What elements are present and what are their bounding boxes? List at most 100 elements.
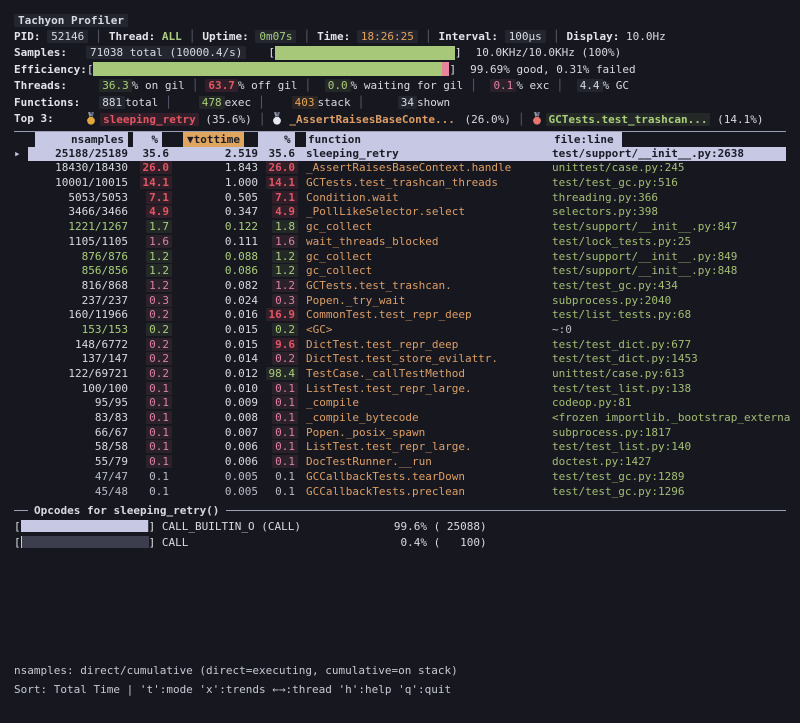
cell-fileline: test/list_tests.py:68 bbox=[552, 308, 800, 323]
table-row[interactable]: 45/480.10.0050.1GCCallbackTests.preclean… bbox=[28, 485, 786, 500]
row-cursor bbox=[14, 382, 28, 397]
separator: │ bbox=[95, 30, 102, 43]
table-row[interactable]: 876/8761.20.0881.2gc_collecttest/support… bbox=[28, 250, 786, 265]
cell-pct-direct: 0.1 bbox=[128, 426, 172, 441]
cell-tottime: 0.082 bbox=[172, 279, 258, 294]
cell-pct-direct: 0.2 bbox=[128, 338, 172, 353]
cell-fileline: <frozen importlib._bootstrap_externa bbox=[552, 411, 800, 426]
table-row[interactable]: 55/790.10.0060.1DocTestRunner.__rundocte… bbox=[28, 455, 786, 470]
opcode-bars: [] CALL_BUILTIN_O (CALL)99.6% ( 25088)[]… bbox=[14, 518, 786, 550]
top3-label: Top 3: bbox=[14, 112, 86, 125]
cell-function: DictTest.test_store_evilattr.<local... bbox=[298, 352, 552, 367]
separator: │ bbox=[304, 79, 311, 92]
table-row[interactable]: 160/119660.20.01616.9CommonTest.test_rep… bbox=[28, 308, 786, 323]
top3-entry[interactable]: GCTests.test_trashcan... (14.1%) bbox=[532, 113, 764, 126]
column-header-function[interactable]: function bbox=[298, 132, 552, 147]
cell-pct-cumulative: 1.2 bbox=[258, 264, 298, 279]
table-row[interactable]: 148/67720.20.0159.6DictTest.test_repr_de… bbox=[28, 338, 786, 353]
rule-segment bbox=[14, 510, 28, 511]
table-row[interactable]: 1221/12671.70.1221.8gc_collecttest/suppo… bbox=[28, 220, 786, 235]
top3-entry[interactable]: _AssertRaisesBaseConte... (26.0%) bbox=[272, 113, 511, 126]
efficiency-line: Efficiency: [ ] 99.69% good, 0.31% faile… bbox=[14, 61, 786, 77]
app-title: Tachyon Profiler bbox=[14, 14, 128, 27]
stat-value: 403 bbox=[292, 96, 318, 109]
table-row[interactable]: 18430/1843026.01.84326.0_AssertRaisesBas… bbox=[28, 161, 786, 176]
interval-label: Interval: bbox=[438, 30, 498, 43]
cell-pct-cumulative: 0.2 bbox=[258, 352, 298, 367]
cell-nsamples: 137/147 bbox=[28, 352, 128, 367]
table-row[interactable]: 47/470.10.0050.1GCCallbackTests.tearDown… bbox=[28, 470, 786, 485]
table-row[interactable]: 3466/34664.90.3474.9_PollLikeSelector.se… bbox=[28, 205, 786, 220]
separator: │ bbox=[556, 79, 563, 92]
opcode-label: CALL bbox=[162, 536, 394, 549]
cell-function: ListTest.test_repr_large.<locals>.c... bbox=[298, 382, 552, 397]
table-row[interactable]: 856/8561.20.0861.2gc_collecttest/support… bbox=[28, 264, 786, 279]
stat-unit: % on gil bbox=[132, 79, 185, 92]
time-value: 18:26:25 bbox=[357, 30, 418, 43]
thread-label: Thread: bbox=[109, 30, 155, 43]
table-row[interactable]: 10001/1001514.11.00014.1GCTests.test_tra… bbox=[28, 176, 786, 191]
column-header-pct-direct[interactable]: % bbox=[128, 132, 172, 147]
cell-pct-cumulative: 35.6 bbox=[258, 147, 298, 162]
cell-tottime: 0.024 bbox=[172, 294, 258, 309]
efficiency-label: Efficiency: bbox=[14, 63, 87, 76]
cell-fileline: test/support/__init__.py:848 bbox=[552, 264, 800, 279]
cell-tottime: 0.122 bbox=[172, 220, 258, 235]
cell-function: DocTestRunner.__run bbox=[298, 455, 552, 470]
table-row[interactable]: 66/670.10.0070.1Popen._posix_spawnsubpro… bbox=[28, 426, 786, 441]
row-cursor bbox=[14, 470, 28, 485]
table-row[interactable]: 100/1000.10.0100.1ListTest.test_repr_lar… bbox=[28, 382, 786, 397]
cell-pct-direct: 0.2 bbox=[128, 323, 172, 338]
table-row[interactable]: ▸25188/2518935.62.51935.6sleeping_retryt… bbox=[28, 147, 786, 162]
stat-value: 36.3 bbox=[99, 79, 132, 92]
uptime-label: Uptime: bbox=[202, 30, 248, 43]
cell-function: <GC> bbox=[298, 323, 552, 338]
stat-value: 4.4 bbox=[577, 79, 603, 92]
stat-item: 63.7% off gil bbox=[205, 79, 297, 92]
table-row[interactable]: 237/2370.30.0240.3Popen._try_waitsubproc… bbox=[28, 294, 786, 309]
table-row[interactable]: 153/1530.20.0150.2<GC>~:0 bbox=[28, 323, 786, 338]
column-header-nsamples[interactable]: nsamples bbox=[28, 132, 128, 147]
cell-pct-cumulative: 0.2 bbox=[258, 323, 298, 338]
table-row[interactable]: 1105/11051.60.1111.6wait_threads_blocked… bbox=[28, 235, 786, 250]
row-cursor bbox=[14, 396, 28, 411]
cell-pct-cumulative: 7.1 bbox=[258, 191, 298, 206]
cell-pct-cumulative: 26.0 bbox=[258, 161, 298, 176]
table-row[interactable]: 122/697210.20.01298.4TestCase._callTestM… bbox=[28, 367, 786, 382]
column-header-fileline[interactable]: file:line bbox=[552, 132, 800, 147]
cell-pct-direct: 0.1 bbox=[128, 411, 172, 426]
stat-unit: total bbox=[125, 96, 158, 109]
cell-nsamples: 10001/10015 bbox=[28, 176, 128, 191]
cell-pct-cumulative: 0.1 bbox=[258, 426, 298, 441]
table-row[interactable]: 5053/50537.10.5057.1Condition.waitthread… bbox=[28, 191, 786, 206]
cell-pct-direct: 0.3 bbox=[128, 294, 172, 309]
cell-fileline: test/support/__init__.py:847 bbox=[552, 220, 800, 235]
stat-value: 63.7 bbox=[205, 79, 238, 92]
cell-nsamples: 100/100 bbox=[28, 382, 128, 397]
cell-pct-cumulative: 1.8 bbox=[258, 220, 298, 235]
cell-fileline: codeop.py:81 bbox=[552, 396, 800, 411]
table-row[interactable]: 137/1470.20.0140.2DictTest.test_store_ev… bbox=[28, 352, 786, 367]
display-value: 10.0Hz bbox=[626, 30, 666, 43]
cell-nsamples: 237/237 bbox=[28, 294, 128, 309]
cell-function: Condition.wait bbox=[298, 191, 552, 206]
table-row[interactable]: 95/950.10.0090.1_compilecodeop.py:81 bbox=[28, 396, 786, 411]
thread-value[interactable]: ALL bbox=[162, 30, 182, 43]
row-cursor bbox=[14, 308, 28, 323]
cell-fileline: test/test_gc.py:434 bbox=[552, 279, 800, 294]
column-header-tottime-sorted[interactable]: ▼tottime bbox=[172, 132, 258, 147]
cell-tottime: 0.006 bbox=[172, 455, 258, 470]
cell-pct-cumulative: 0.1 bbox=[258, 440, 298, 455]
top3-entry[interactable]: sleeping_retry (35.6%) bbox=[86, 113, 252, 126]
opcode-bar bbox=[21, 536, 149, 548]
stat-item: 34shown bbox=[398, 96, 450, 109]
table-row[interactable]: 816/8681.20.0821.2GCTests.test_trashcan.… bbox=[28, 279, 786, 294]
column-header-pct-cumulative[interactable]: % bbox=[258, 132, 298, 147]
samples-rate: 10.0KHz/10.0KHz (100%) bbox=[476, 46, 622, 59]
cell-fileline: test/support/__init__.py:849 bbox=[552, 250, 800, 265]
footer-help-nsamples: nsamples: direct/cumulative (direct=exec… bbox=[14, 661, 458, 680]
table-row[interactable]: 83/830.10.0080.1_compile_bytecode<frozen… bbox=[28, 411, 786, 426]
cell-fileline: subprocess.py:2040 bbox=[552, 294, 800, 309]
table-row[interactable]: 58/580.10.0060.1ListTest.test_repr_large… bbox=[28, 440, 786, 455]
row-cursor bbox=[14, 338, 28, 353]
